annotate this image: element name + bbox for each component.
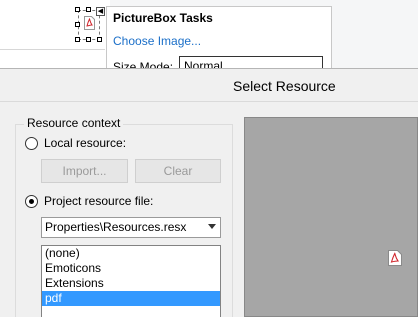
project-resource-label: Project resource file:	[44, 194, 154, 208]
list-item-selected[interactable]: pdf	[42, 291, 220, 306]
resize-handle[interactable]	[75, 7, 80, 12]
list-item[interactable]: (none)	[42, 246, 220, 261]
local-resource-radio-row[interactable]: Local resource:	[25, 136, 126, 150]
picturebox-tasks-panel: PictureBox Tasks Choose Image... Size Mo…	[106, 6, 332, 76]
list-item[interactable]: Emoticons	[42, 261, 220, 276]
local-resource-label: Local resource:	[44, 136, 127, 150]
local-resource-radio[interactable]	[25, 136, 38, 150]
dialog-title: Select Resource	[233, 78, 336, 94]
smart-tag-arrow-icon[interactable]: ◀	[96, 7, 105, 16]
pdf-file-icon	[388, 250, 402, 266]
import-button[interactable]: Import...	[41, 159, 128, 183]
resize-handle[interactable]	[75, 37, 80, 42]
project-resource-file-value: Properties\Resources.resx	[45, 220, 187, 234]
dialog-titlebar[interactable]: Select Resource	[0, 69, 418, 102]
resize-handle[interactable]	[97, 37, 102, 42]
chevron-down-icon[interactable]	[208, 224, 216, 229]
resize-handle[interactable]	[86, 37, 91, 42]
resource-listbox[interactable]: (none) Emoticons Extensions pdf	[41, 245, 221, 317]
clear-button[interactable]: Clear	[135, 159, 221, 183]
list-item[interactable]: Extensions	[42, 276, 220, 291]
pdf-file-icon	[84, 16, 95, 30]
resource-preview-pane	[244, 117, 418, 317]
resize-handle[interactable]	[86, 7, 91, 12]
project-resource-radio-row[interactable]: Project resource file:	[25, 194, 153, 208]
project-resource-radio[interactable]	[25, 194, 38, 208]
resource-context-label: Resource context	[24, 116, 124, 130]
choose-image-link[interactable]: Choose Image...	[113, 34, 201, 48]
project-resource-file-combo[interactable]: Properties\Resources.resx	[41, 217, 221, 238]
tasks-panel-title: PictureBox Tasks	[113, 11, 213, 25]
form-divider	[0, 49, 105, 50]
resize-handle[interactable]	[75, 22, 80, 27]
